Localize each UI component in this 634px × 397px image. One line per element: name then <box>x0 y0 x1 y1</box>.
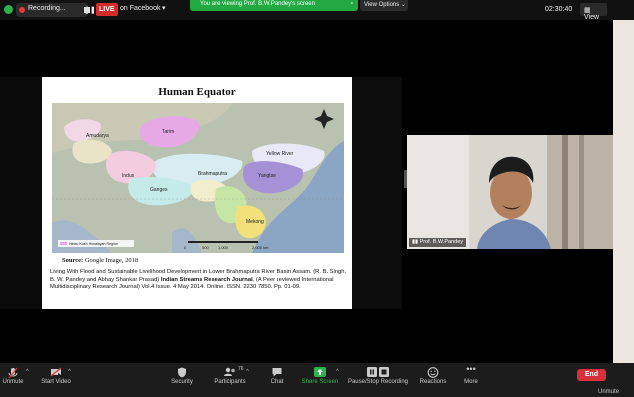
participants-label: Participants <box>214 379 246 385</box>
scale-2000: 2,000 km <box>252 245 269 250</box>
share-screen-icon <box>314 367 326 377</box>
reactions-label: Reactions <box>419 379 447 385</box>
live-platform-label[interactable]: on Facebook <box>120 5 160 12</box>
more-button[interactable]: ••• More <box>458 363 484 397</box>
view-options-button[interactable]: View Options ⌄ <box>360 0 408 11</box>
connection-status-icon[interactable] <box>4 5 13 14</box>
map-label-ganges: Ganges <box>150 187 168 193</box>
participant-count: 76 <box>238 366 244 372</box>
banner-close-icon[interactable]: ▫ <box>351 0 353 7</box>
microphone-muted-icon <box>8 367 18 379</box>
participants-caret-icon[interactable]: ^ <box>246 369 249 375</box>
viewing-text: You are viewing Prof. B.W.Pandey's scree… <box>200 1 315 7</box>
chevron-down-icon[interactable]: ▾ <box>162 4 166 12</box>
second-participant-video[interactable] <box>613 20 634 363</box>
slide-citation: Living With Flood and Sustainable Liveli… <box>50 269 347 291</box>
map-legend-label: Hindu Kush Himalayan Region <box>69 242 118 246</box>
map-label-indus: Indus <box>122 173 135 179</box>
end-label: End <box>584 371 599 378</box>
meeting-toolbar: Unmute ^ Start Video ^ Security 76 Parti… <box>0 363 634 397</box>
scale-1000: 1,000 <box>218 245 229 250</box>
video-options-caret-icon[interactable]: ^ <box>68 369 71 375</box>
shared-slide: Human Equator Amudarya Tarim Yellow Rive… <box>42 77 352 309</box>
chat-label: Chat <box>270 379 284 385</box>
reactions-button[interactable]: Reactions <box>416 363 450 397</box>
view-button[interactable]: ▦ View <box>580 3 607 21</box>
more-label: More <box>464 379 478 385</box>
stop-recording-icon[interactable] <box>84 7 90 13</box>
second-participant-unmute[interactable]: Unmute <box>598 389 619 395</box>
record-dot-icon <box>19 7 25 13</box>
map-label-mekong: Mekong <box>246 219 264 225</box>
start-video-label: Start Video <box>41 379 71 385</box>
map-label-tarim: Tarim <box>162 129 174 135</box>
recording-indicator: Recording... ❚❚ <box>16 3 96 17</box>
participant-video[interactable]: ▮▮ Prof. B.W.Pandey <box>407 135 613 249</box>
security-label: Security <box>171 379 193 385</box>
map-label-brahmaputra: Brahmaputra <box>198 171 227 177</box>
chat-button[interactable]: Chat <box>264 363 290 397</box>
chat-bubble-icon <box>272 368 282 377</box>
reactions-emoji-icon <box>427 367 439 378</box>
map-label-yellow-river: Yellow River <box>266 151 294 157</box>
share-screen-label: Share Screen <box>301 379 339 385</box>
pause-stop-icon <box>367 367 389 377</box>
unmute-button[interactable]: Unmute <box>0 363 26 397</box>
map-label-yangtse: Yangtse <box>258 173 276 179</box>
pause-stop-recording-button[interactable]: Pause/Stop Recording <box>346 363 410 397</box>
view-label: ▦ View <box>584 7 600 21</box>
top-bar: Recording... ❚❚ LIVE on Facebook ▾ You a… <box>0 0 634 21</box>
security-button[interactable]: Security <box>166 363 198 397</box>
more-dots-icon: ••• <box>466 364 476 374</box>
slide-left-margin <box>0 77 42 309</box>
participants-icon <box>224 367 235 376</box>
map-label-amudarya: Amudarya <box>86 133 109 139</box>
presenter-video-feed <box>407 135 613 249</box>
slide-title: Human Equator <box>158 86 236 98</box>
live-badge: LIVE <box>96 3 118 16</box>
scale-500: 500 <box>202 245 209 250</box>
recording-timer: 02:30:40 <box>545 6 573 13</box>
recording-label: Recording... <box>28 5 66 12</box>
audio-options-caret-icon[interactable]: ^ <box>26 369 29 375</box>
share-options-caret-icon[interactable]: ^ <box>336 369 339 375</box>
unmute-label: Unmute <box>2 379 24 385</box>
slide-source: Source: Google Image, 2018 <box>62 257 139 264</box>
video-off-icon <box>50 367 62 377</box>
participant-name-tag: ▮▮ Prof. B.W.Pandey <box>409 238 467 247</box>
end-meeting-button[interactable]: End <box>577 369 606 381</box>
hkh-region-map: Amudarya Tarim Yellow River Indus Brahma… <box>52 103 344 253</box>
shield-icon <box>178 367 186 378</box>
pause-stop-label: Pause/Stop Recording <box>347 379 409 385</box>
view-options-label: View Options ⌄ <box>364 2 406 8</box>
viewing-banner: You are viewing Prof. B.W.Pandey's scree… <box>190 0 358 11</box>
slide-right-margin <box>352 77 402 309</box>
